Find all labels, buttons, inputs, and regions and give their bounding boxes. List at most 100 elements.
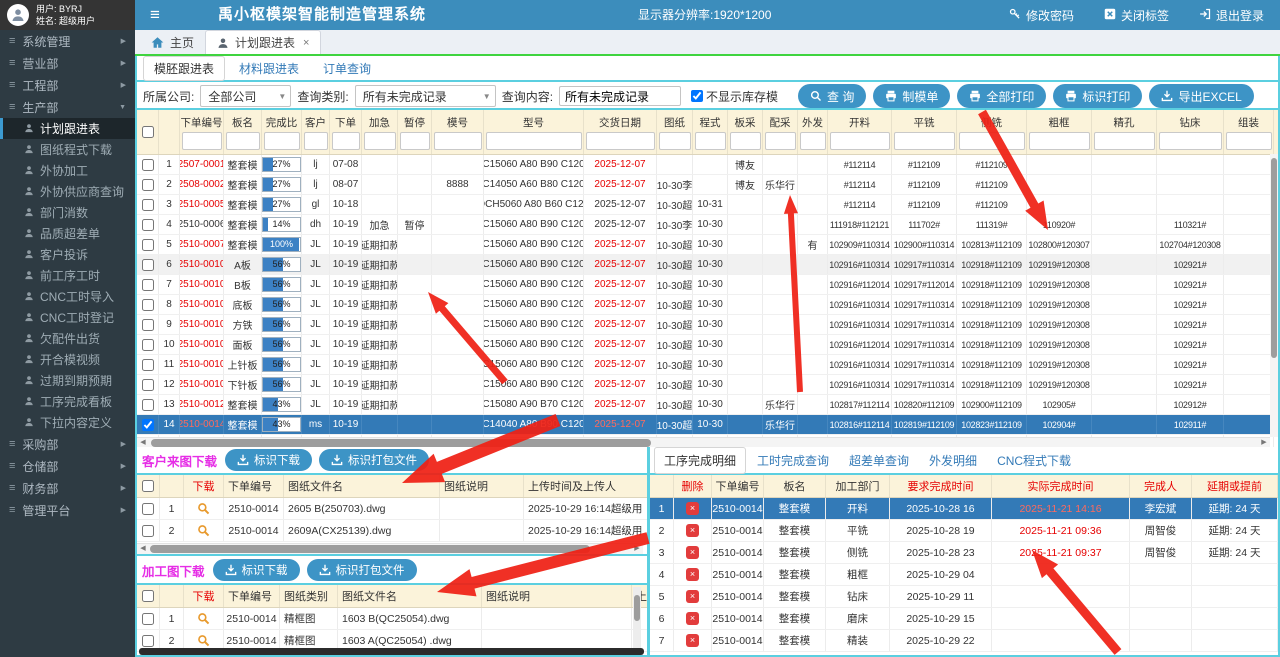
process-table-vscrollbar[interactable] — [633, 587, 641, 649]
table-row[interactable]: 122510-0010下针板56%JL10-19延期扣款C15060 A80 B… — [137, 375, 1278, 395]
column-filter-input[interactable] — [486, 132, 582, 150]
table-row[interactable]: 142510-0014整套模43%ms10-19C14040 A80 B90 C… — [137, 415, 1278, 435]
sidebar-group-营业部[interactable]: ≡营业部▶ — [0, 52, 135, 74]
row-checkbox[interactable] — [142, 299, 154, 311]
customer-table-hscrollbar[interactable]: ◀ ▶ — [137, 543, 643, 554]
row-checkbox[interactable] — [142, 239, 154, 251]
process-row[interactable]: 6×2510-0014整套模磨床2025-10-29 15 — [650, 608, 1278, 630]
toolbar-button-查 询[interactable]: 查 询 — [798, 84, 866, 108]
column-filter-input[interactable] — [765, 132, 796, 150]
button-标识下载[interactable]: 标识下载 — [225, 449, 312, 471]
table-row[interactable]: 12507-0001整套模27%lj07-08C15060 A80 B90 C1… — [137, 155, 1278, 175]
tab-home[interactable]: 主页 — [140, 31, 205, 54]
list-item[interactable]: 12510-0014精框图1603 B(QC25054).dwg — [137, 608, 650, 630]
sidebar-item-工序完成看板[interactable]: 工序完成看板 — [0, 391, 135, 412]
topbar-action-change-password[interactable]: 修改密码 — [1009, 7, 1074, 24]
sidebar-item-外协加工[interactable]: 外协加工 — [0, 160, 135, 181]
table-row[interactable]: 132510-0012整套模43%JL10-19延期扣款C15080 A90 B… — [137, 395, 1278, 415]
scroll-right-icon[interactable]: ▶ — [631, 544, 643, 554]
hscroll-thumb[interactable] — [151, 439, 651, 447]
subtab-材料跟进表[interactable]: 材料跟进表 — [229, 57, 309, 80]
table-row[interactable]: 92510-0010方铁56%JL10-19延期扣款C15060 A80 B90… — [137, 315, 1278, 335]
sidebar-item-开合模视频[interactable]: 开合模视频 — [0, 349, 135, 370]
delete-icon[interactable]: × — [686, 568, 699, 581]
column-filter-input[interactable] — [659, 132, 691, 150]
sidebar-item-客户投诉[interactable]: 客户投诉 — [0, 244, 135, 265]
tab-plan-tracking[interactable]: 计划跟进表 × — [205, 30, 321, 54]
vscroll-thumb[interactable] — [1271, 158, 1277, 358]
sidebar-item-图纸程式下载[interactable]: 图纸程式下载 — [0, 139, 135, 160]
toolbar-button-标识打印[interactable]: 标识打印 — [1053, 84, 1142, 108]
sidebar-item-CNC工时导入[interactable]: CNC工时导入 — [0, 286, 135, 307]
subtab-订单查询[interactable]: 订单查询 — [313, 57, 381, 80]
detail-tab-工序完成明细[interactable]: 工序完成明细 — [654, 447, 746, 474]
hide-stock-checkbox[interactable] — [691, 90, 703, 102]
topbar-action-close-tabs[interactable]: 关闭标签 — [1104, 7, 1169, 24]
column-filter-input[interactable] — [830, 132, 890, 150]
column-filter-input[interactable] — [182, 132, 222, 150]
sidebar-item-计划跟进表[interactable]: 计划跟进表 — [0, 118, 135, 139]
column-filter-input[interactable] — [364, 132, 396, 150]
sidebar-group-系统管理[interactable]: ≡系统管理▶ — [0, 30, 135, 52]
detail-tab-外发明细[interactable]: 外发明细 — [920, 448, 986, 473]
magnifier-icon[interactable] — [197, 612, 210, 625]
sidebar-item-过期到期预期[interactable]: 过期到期预期 — [0, 370, 135, 391]
row-checkbox[interactable] — [142, 635, 154, 647]
row-checkbox[interactable] — [142, 319, 154, 331]
table-row[interactable]: 112510-0010上针板56%JL10-19延期扣款C15060 A80 B… — [137, 355, 1278, 375]
sidebar-item-外协供应商查询[interactable]: 外协供应商查询 — [0, 181, 135, 202]
row-checkbox[interactable] — [142, 613, 154, 625]
process-row[interactable]: 7×2510-0014整套模精装2025-10-29 22 — [650, 630, 1278, 652]
sidebar-item-品质超差单[interactable]: 品质超差单 — [0, 223, 135, 244]
column-filter-input[interactable] — [264, 132, 300, 150]
company-select[interactable]: 全部公司 ▼ — [200, 85, 291, 107]
table-row[interactable]: 102510-0010面板56%JL10-19延期扣款C15060 A80 B9… — [137, 335, 1278, 355]
sidebar-item-CNC工时登记[interactable]: CNC工时登记 — [0, 307, 135, 328]
column-filter-input[interactable] — [1159, 132, 1222, 150]
query-type-select[interactable]: 所有未完成记录 ▼ — [355, 85, 496, 107]
detail-tab-CNC程式下载[interactable]: CNC程式下载 — [988, 448, 1080, 473]
row-checkbox[interactable] — [142, 339, 154, 351]
sidebar-item-部门消数[interactable]: 部门消数 — [0, 202, 135, 223]
sidebar-group-生产部[interactable]: ≡生产部▼ — [0, 96, 135, 118]
table-row[interactable]: 32510-0005整套模27%gl10-18DCH5060 A80 B60 C… — [137, 195, 1278, 215]
row-checkbox[interactable] — [142, 159, 154, 171]
column-filter-input[interactable] — [800, 132, 826, 150]
row-checkbox[interactable] — [142, 219, 154, 231]
select-all-checkbox[interactable] — [142, 480, 154, 492]
magnifier-icon[interactable] — [197, 502, 210, 515]
column-filter-input[interactable] — [434, 132, 482, 150]
hscroll-thumb[interactable] — [150, 545, 590, 553]
column-filter-input[interactable] — [959, 132, 1025, 150]
delete-icon[interactable]: × — [686, 524, 699, 537]
delete-icon[interactable]: × — [686, 612, 699, 625]
column-filter-input[interactable] — [1226, 132, 1272, 150]
list-item[interactable]: 12510-00142605 B(250703).dwg2025-10-29 1… — [137, 498, 650, 520]
toolbar-button-制模单[interactable]: 制模单 — [873, 84, 950, 108]
row-checkbox[interactable] — [142, 379, 154, 391]
delete-icon[interactable]: × — [686, 546, 699, 559]
column-filter-input[interactable] — [332, 132, 360, 150]
column-filter-input[interactable] — [400, 132, 430, 150]
process-row[interactable]: 5×2510-0014整套模钻床2025-10-29 11 — [650, 586, 1278, 608]
topbar-action-logout[interactable]: 退出登录 — [1199, 7, 1264, 24]
sidebar-item-欠配件出货[interactable]: 欠配件出货 — [0, 328, 135, 349]
row-checkbox[interactable] — [142, 525, 154, 537]
scroll-left-icon[interactable]: ◀ — [137, 544, 149, 554]
process-row[interactable]: 1×2510-0014整套模开料2025-10-28 162025-11-21 … — [650, 498, 1278, 520]
column-filter-input[interactable] — [586, 132, 655, 150]
column-filter-input[interactable] — [304, 132, 328, 150]
process-row[interactable]: 3×2510-0014整套模侧铣2025-10-28 232025-11-21 … — [650, 542, 1278, 564]
table-row[interactable]: 82510-0010底板56%JL10-19延期扣款C15060 A80 B90… — [137, 295, 1278, 315]
detail-tab-工时完成查询[interactable]: 工时完成查询 — [748, 448, 838, 473]
toolbar-button-导出EXCEL[interactable]: 导出EXCEL — [1149, 84, 1253, 108]
column-filter-input[interactable] — [894, 132, 955, 150]
plan-table-vscrollbar[interactable] — [1270, 154, 1278, 437]
delete-icon[interactable]: × — [686, 590, 699, 603]
column-filter-input[interactable] — [730, 132, 761, 150]
row-checkbox[interactable] — [142, 359, 154, 371]
sidebar-item-下拉内容定义[interactable]: 下拉内容定义 — [0, 412, 135, 433]
button-标识打包文件[interactable]: 标识打包文件 — [319, 449, 429, 471]
delete-icon[interactable]: × — [686, 502, 699, 515]
button-标识下载[interactable]: 标识下载 — [213, 559, 300, 581]
